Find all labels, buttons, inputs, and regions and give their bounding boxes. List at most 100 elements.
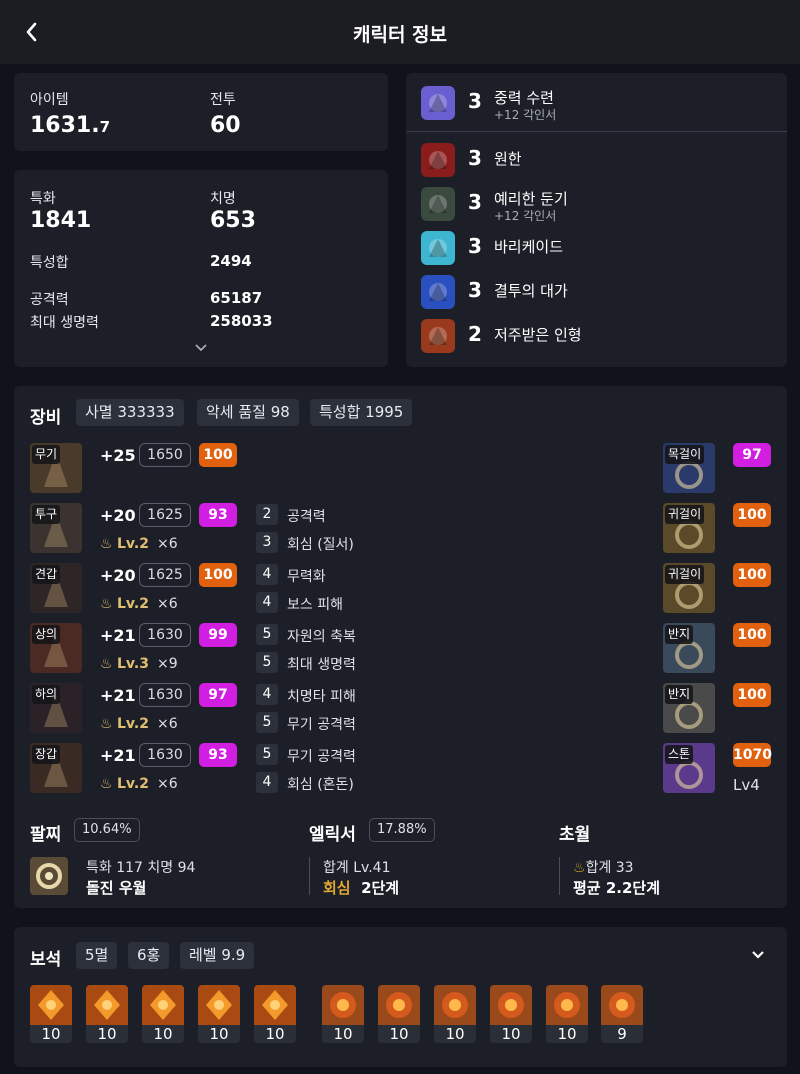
grudge-engraving-icon[interactable] xyxy=(421,143,455,177)
divider xyxy=(309,857,310,895)
elixir-total: 합계 Lv.41 xyxy=(323,860,391,876)
maxhp-label: 최대 생명력 xyxy=(30,315,99,331)
accessory-slot-icon[interactable]: 반지 xyxy=(663,683,715,733)
barricade-engraving-icon[interactable] xyxy=(421,231,455,265)
quality-badge: 93 xyxy=(199,503,237,527)
chip-gem-level: 레벨 9.9 xyxy=(180,942,255,969)
gem-level: 10 xyxy=(254,1025,296,1043)
engraving-name: 저주받은 인형 xyxy=(494,326,582,344)
armor-slot-icon[interactable]: 하의 xyxy=(30,683,82,733)
accessory-slot-icon[interactable]: 귀걸이 xyxy=(663,563,715,613)
destruction-gem[interactable]: 10 xyxy=(198,985,240,1043)
engraving-level: 3 xyxy=(468,278,482,302)
flame-icon: ♨ xyxy=(100,656,118,672)
refine-level: +21 xyxy=(100,626,136,645)
gem-level: 9 xyxy=(601,1025,643,1043)
engraving-level: 3 xyxy=(468,234,482,258)
bracelet-pct: 10.64% xyxy=(74,818,140,842)
gem-icon xyxy=(86,985,128,1025)
cooldown-gem[interactable]: 9 xyxy=(601,985,643,1043)
effect-level: 2 xyxy=(256,504,278,525)
spec-label: 특화 xyxy=(30,191,56,207)
accessory-slot-icon[interactable]: 목걸이 xyxy=(663,443,715,493)
master-brawler-engraving-icon[interactable] xyxy=(421,275,455,309)
gem-level: 10 xyxy=(322,1025,364,1043)
accessory-slot-icon[interactable]: 반지 xyxy=(663,623,715,673)
destruction-gem[interactable]: 10 xyxy=(86,985,128,1043)
enchant-level: Lv.2 xyxy=(117,776,149,792)
destruction-gem[interactable]: 10 xyxy=(30,985,72,1043)
bracelet-effects: 돌진 우월 xyxy=(86,879,147,897)
cooldown-gem[interactable]: 10 xyxy=(546,985,588,1043)
chip-gem-destruction: 5멸 xyxy=(76,942,118,969)
quality-badge: 99 xyxy=(199,623,237,647)
item-slot-tag: 하의 xyxy=(32,685,61,704)
cooldown-gem[interactable]: 10 xyxy=(378,985,420,1043)
destruction-gem[interactable]: 10 xyxy=(142,985,184,1043)
chip-acc-quality: 악세 품질 98 xyxy=(197,399,299,426)
transcend-total-text: 합계 33 xyxy=(585,860,634,876)
enchant-multiplier: ×6 xyxy=(156,776,178,792)
effect-name: 회심 (질서) xyxy=(287,537,354,553)
page-title: 캐릭터 정보 xyxy=(352,24,447,46)
destruction-gem[interactable]: 10 xyxy=(254,985,296,1043)
item-level-main: 1631. xyxy=(30,113,100,138)
item-level-badge: 1650 xyxy=(139,443,191,467)
engravings-card xyxy=(406,73,787,367)
item-slot-tag: 투구 xyxy=(32,505,61,524)
chip-gem-cooldown: 6홍 xyxy=(128,942,170,969)
effect-level: 5 xyxy=(256,652,278,673)
bracelet-icon[interactable] xyxy=(30,857,68,895)
enchant-info: ♨ Lv.2 ×6 xyxy=(100,536,178,552)
gem-level: 10 xyxy=(490,1025,532,1043)
gem-level: 10 xyxy=(546,1025,588,1043)
armor-slot-icon[interactable]: 견갑 xyxy=(30,563,82,613)
accessory-slot-icon[interactable]: 귀걸이 xyxy=(663,503,715,553)
effect-name: 자원의 축복 xyxy=(287,629,356,645)
item-level-badge: 1630 xyxy=(139,683,191,707)
crit-value: 653 xyxy=(210,208,256,233)
item-level-badge: 1625 xyxy=(139,503,191,527)
effect-name: 무기 공격력 xyxy=(287,717,356,733)
engraving-level: 3 xyxy=(468,190,482,214)
enchant-level: Lv.3 xyxy=(117,656,149,672)
gems-title: 보석 xyxy=(30,950,62,970)
engraving-level: 3 xyxy=(468,146,482,170)
elixir-label: 엘릭서 xyxy=(309,825,356,845)
enchant-info: ♨ Lv.2 ×6 xyxy=(100,776,178,792)
gem-icon xyxy=(322,985,364,1025)
item-slot-tag: 목걸이 xyxy=(665,445,705,464)
item-level-label: 아이템 xyxy=(30,92,69,108)
cooldown-gem[interactable]: 10 xyxy=(434,985,476,1043)
refine-level: +20 xyxy=(100,506,136,525)
cooldown-gem[interactable]: 10 xyxy=(490,985,532,1043)
gems-expand-icon[interactable] xyxy=(750,945,766,966)
cursed-doll-engraving-icon[interactable] xyxy=(421,319,455,353)
item-level-decimal: 7 xyxy=(99,118,111,136)
gem-icon xyxy=(490,985,532,1025)
armor-slot-icon[interactable]: 투구 xyxy=(30,503,82,553)
cooldown-gem[interactable]: 10 xyxy=(322,985,364,1043)
gravity-engraving-icon[interactable] xyxy=(421,86,455,120)
flame-icon: ♨ xyxy=(100,536,118,552)
item-slot-tag: 귀걸이 xyxy=(665,505,705,524)
armor-slot-icon[interactable]: 장갑 xyxy=(30,743,82,793)
armor-slot-icon[interactable]: 상의 xyxy=(30,623,82,673)
chip-trait-sum: 특성합 1995 xyxy=(310,399,413,426)
gem-level: 10 xyxy=(378,1025,420,1043)
enchant-multiplier: ×6 xyxy=(156,596,178,612)
spec-value: 1841 xyxy=(30,208,92,233)
gem-icon xyxy=(142,985,184,1025)
stats-card[interactable]: 특화 1841 치명 653 특성합 2494 공격력 65187 최대 생명력… xyxy=(14,170,388,367)
expand-chevron-icon[interactable] xyxy=(194,342,208,357)
armor-slot-icon[interactable]: 무기 xyxy=(30,443,82,493)
gem-icon xyxy=(378,985,420,1025)
item-level-badge: 1625 xyxy=(139,563,191,587)
enchant-level: Lv.2 xyxy=(117,716,149,732)
refine-level: +21 xyxy=(100,686,136,705)
accessory-slot-icon[interactable]: 스톤 xyxy=(663,743,715,793)
enchant-multiplier: ×9 xyxy=(156,656,178,672)
enchant-info: ♨ Lv.2 ×6 xyxy=(100,716,178,732)
keen-blunt-engraving-icon[interactable] xyxy=(421,187,455,221)
gem-level: 10 xyxy=(86,1025,128,1043)
